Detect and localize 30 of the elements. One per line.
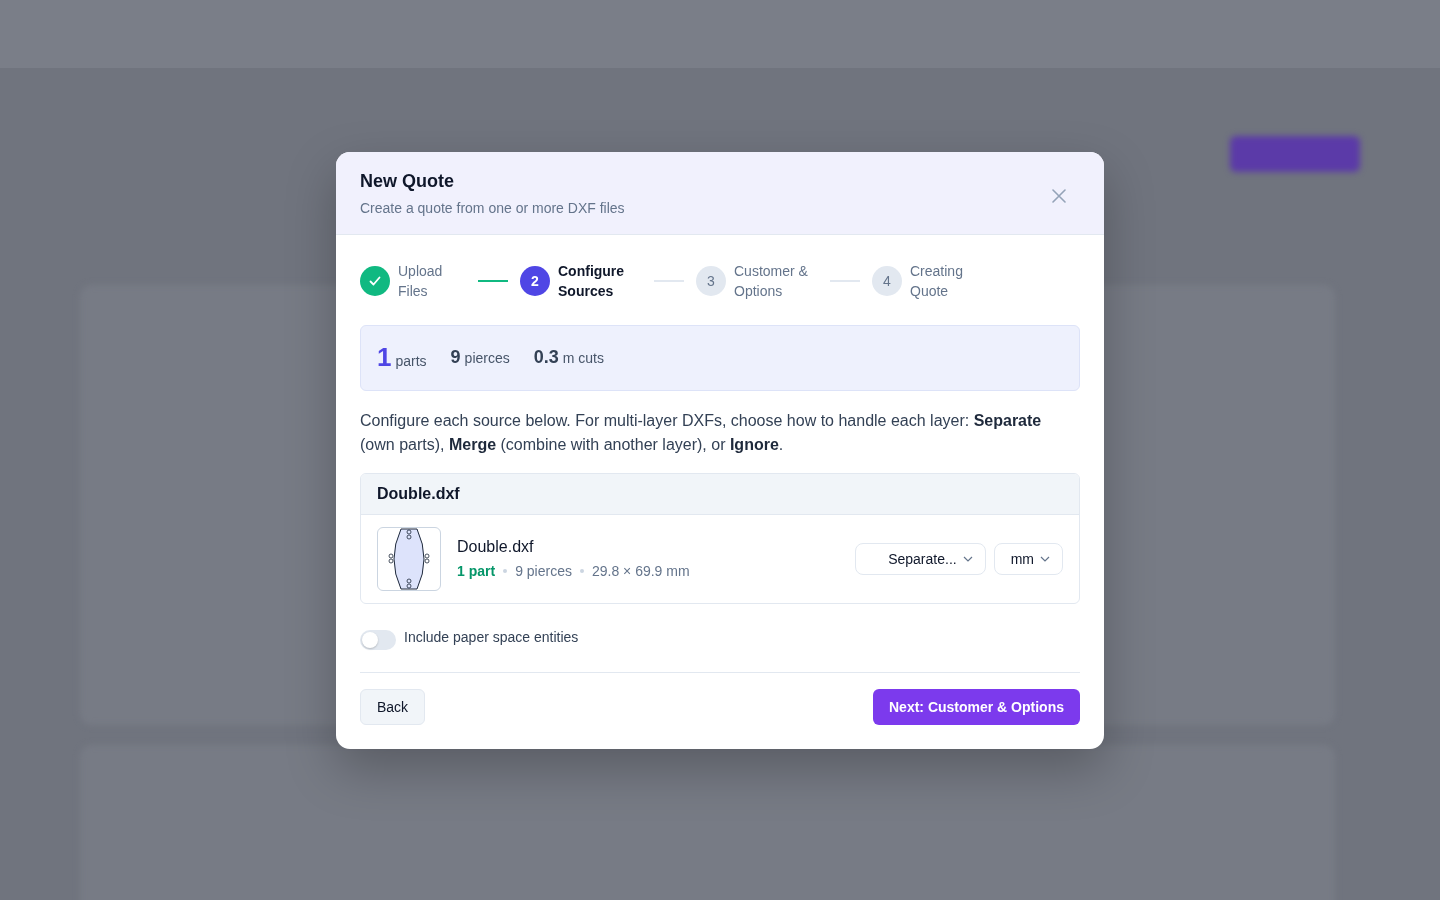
step-label: Upload Files (398, 261, 444, 301)
dialog-subtitle: Create a quote from one or more DXF files (360, 199, 625, 216)
step-label: Creating Quote (910, 261, 964, 301)
part-name: Double.dxf (457, 538, 535, 556)
step-indicator: 4 (872, 265, 902, 296)
part-count: 1 part (457, 563, 496, 579)
chevron-down-icon (962, 555, 973, 562)
stat-unit: parts (395, 353, 427, 369)
next-button[interactable]: Next: Customer & Options (873, 688, 1080, 725)
source-filename: Double.dxf (377, 484, 460, 502)
step-indicator: 3 (696, 265, 726, 296)
step-indicator: 2 (520, 265, 550, 296)
toggle-switch[interactable] (360, 629, 396, 650)
stat-unit: pierces (464, 350, 510, 366)
stat-value: 0.3 (533, 347, 559, 367)
pierce-count: 9 pierces (515, 563, 572, 579)
layer-mode-select[interactable]: Separate... (855, 542, 986, 575)
chevron-down-icon (1040, 555, 1050, 562)
dialog-title: New Quote (360, 170, 455, 192)
stat-value: 1 (377, 342, 392, 372)
step-label: Customer & Options (734, 261, 809, 301)
step-label: Configure Sources (558, 261, 626, 301)
unit-select[interactable]: mm (993, 542, 1063, 575)
toggle-label: Include paper space entities (404, 628, 579, 645)
stat-unit: m cuts (562, 350, 604, 366)
back-button[interactable]: Back (360, 688, 426, 725)
part-thumbnail (377, 526, 441, 591)
stat-value: 9 (450, 347, 461, 367)
instructions-text: Configure each source below. For multi-layer DXFs, choose how to handle each layer: Separate (own parts), Merge (combine with another layer), or Ignore. (360, 410, 1043, 455)
part-size: 29.8 × 69.9 mm (591, 563, 690, 579)
